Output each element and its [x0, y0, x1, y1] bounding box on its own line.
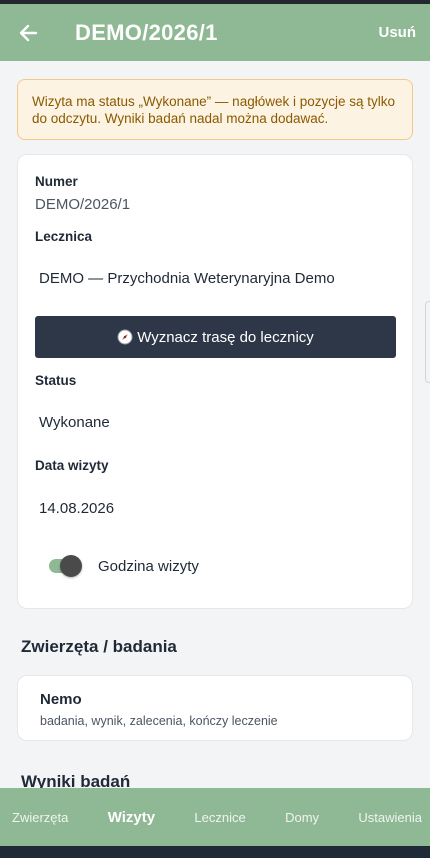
- bottom-navigation: Zwierzęta Wizyty Lecznice Domy Ustawieni…: [0, 788, 430, 846]
- visit-detail-screen: DEMO/2026/1 Usuń Wizyta ma status „Wykon…: [0, 0, 430, 858]
- status-field[interactable]: Wykonane: [39, 414, 110, 431]
- number-value: DEMO/2026/1: [35, 196, 131, 213]
- visit-time-label: Godzina wizyty: [98, 557, 199, 575]
- readonly-notice-banner: Wizyta ma status „Wykonane” — nagłówek i…: [17, 79, 413, 140]
- side-scroll-handle[interactable]: [425, 301, 430, 383]
- toggle-thumb: [60, 555, 82, 577]
- nav-item-animals[interactable]: Zwierzęta: [12, 810, 68, 825]
- nav-item-settings[interactable]: Ustawienia: [358, 810, 422, 825]
- back-button[interactable]: [0, 4, 56, 61]
- clinic-field[interactable]: DEMO — Przychodnia Weterynaryjna Demo: [39, 270, 335, 287]
- route-to-clinic-button[interactable]: Wyznacz trasę do lecznicy: [35, 316, 396, 358]
- date-label: Data wizyty: [35, 458, 109, 473]
- scroll-content[interactable]: Wizyta ma status „Wykonane” — nagłówek i…: [0, 61, 430, 788]
- date-field[interactable]: 14.08.2026: [39, 500, 114, 517]
- animal-name: Nemo: [40, 691, 82, 708]
- app-bar: DEMO/2026/1 Usuń: [0, 4, 430, 61]
- page-title: DEMO/2026/1: [75, 19, 218, 45]
- visit-time-toggle[interactable]: [48, 555, 84, 577]
- number-label: Numer: [35, 174, 78, 189]
- animals-section-title: Zwierzęta / badania: [21, 637, 177, 656]
- nav-item-visits[interactable]: Wizyty: [108, 809, 155, 826]
- results-section-title: Wyniki badań: [21, 772, 131, 788]
- visit-header-card: Numer DEMO/2026/1 Lecznica DEMO — Przych…: [17, 154, 413, 609]
- nav-item-clinics[interactable]: Lecznice: [194, 810, 245, 825]
- animal-list-item[interactable]: Nemo badania, wynik, zalecenia, kończy l…: [17, 675, 413, 741]
- route-button-label: Wyznacz trasę do lecznicy: [137, 328, 314, 346]
- status-label: Status: [35, 373, 77, 388]
- system-navigation-bar: [0, 846, 430, 858]
- compass-icon: [117, 329, 133, 345]
- arrow-left-icon: [19, 24, 38, 41]
- time-toggle-row: Godzina wizyty: [48, 555, 199, 577]
- nav-item-homes[interactable]: Domy: [285, 810, 319, 825]
- delete-button[interactable]: Usuń: [365, 24, 430, 41]
- animal-summary: badania, wynik, zalecenia, kończy leczen…: [40, 714, 278, 728]
- clinic-label: Lecznica: [35, 229, 93, 244]
